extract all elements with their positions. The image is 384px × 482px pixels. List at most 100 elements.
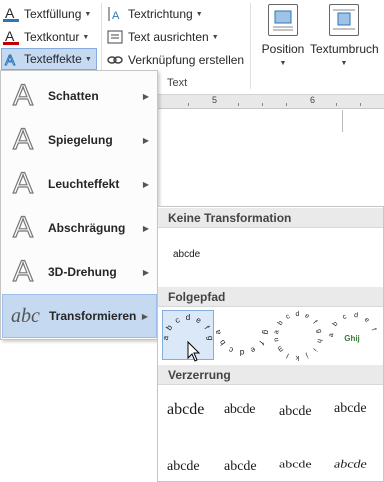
glow-icon: A <box>12 167 33 200</box>
wrap-text-button[interactable]: Textumbruch ▼ <box>310 4 379 74</box>
align-text-icon <box>106 28 124 46</box>
svg-text:A: A <box>112 10 120 22</box>
transform-gallery: Keine Transformation abcde Folgepfad abc… <box>157 206 384 482</box>
align-text-label: Text ausrichten <box>128 30 209 44</box>
warp-option[interactable]: abcde <box>167 401 204 419</box>
arch-up-letter: d <box>186 313 190 322</box>
chevron-right-icon: ▶ <box>142 223 149 233</box>
wrap-text-label: Textumbruch <box>310 42 379 56</box>
text-fill-label: Textfüllung <box>24 7 82 21</box>
text-direction-button[interactable]: A Textrichtung ▼ <box>106 3 206 25</box>
reflection-icon: A <box>12 123 33 156</box>
svg-text:A: A <box>5 28 15 44</box>
warp-option[interactable]: abcde <box>334 401 367 417</box>
menu-item-3d-rotation[interactable]: A 3D-Drehung ▶ <box>2 250 157 294</box>
chevron-down-icon: ▼ <box>279 60 287 67</box>
text-direction-label: Textrichtung <box>128 7 193 21</box>
chevron-down-icon: ▼ <box>211 33 219 41</box>
circle-letter: h <box>315 338 323 343</box>
text-outline-button[interactable]: A Textkontur ▼ <box>2 26 96 48</box>
menu-item-reflection[interactable]: A Spiegelung ▶ <box>2 118 157 162</box>
warp-option[interactable]: abcde <box>279 404 312 420</box>
circle-letter: b <box>277 320 285 327</box>
text-effects-menu: A Schatten ▶ A Spiegelung ▶ A Leuchteffe… <box>0 70 158 340</box>
button-preview: abc def Ghij <box>328 312 377 343</box>
align-text-button[interactable]: Text ausrichten ▼ <box>106 26 219 48</box>
3d-rotation-icon: A <box>12 255 33 288</box>
arch-down-letter: a <box>213 329 223 335</box>
circle-letter: l <box>285 351 290 358</box>
menu-item-glow[interactable]: A Leuchteffekt ▶ <box>2 162 157 206</box>
svg-text:A: A <box>5 5 15 21</box>
button-letter: b <box>332 321 340 328</box>
circle-letter: g <box>315 328 323 333</box>
svg-text:A: A <box>5 52 15 68</box>
chevron-right-icon: ▶ <box>142 135 149 145</box>
circle-preview: abc d efghijklmn <box>273 311 323 361</box>
arch-up-preview: abc d efg <box>162 313 215 341</box>
chevron-down-icon: ▼ <box>82 33 90 41</box>
chevron-right-icon: ▶ <box>142 267 149 277</box>
section-header-follow-path: Folgepfad <box>158 287 383 307</box>
circle-letter: f <box>311 319 318 325</box>
horizontal-ruler[interactable]: 5 6 <box>158 95 384 109</box>
arch-down-letter: c <box>227 345 235 355</box>
follow-path-previews: abc d efg abc d efg abc d efghijklmn abc defGhi… <box>162 311 377 362</box>
ruler-tick <box>336 103 337 106</box>
warp-option[interactable]: abcde <box>224 402 255 418</box>
chevron-down-icon: ▼ <box>195 10 203 18</box>
chevron-down-icon: ▼ <box>340 60 348 67</box>
button-letter: f <box>370 328 377 332</box>
bevel-icon: A <box>12 211 33 244</box>
position-icon <box>268 4 298 36</box>
chevron-right-icon: ▶ <box>142 91 149 101</box>
ruler-tick <box>360 103 361 106</box>
arch-down-letter: f <box>257 339 266 347</box>
text-outline-label: Textkontur <box>24 30 80 44</box>
warp-option[interactable]: abcde <box>224 459 257 475</box>
circle-letter: j <box>304 352 310 360</box>
arch-up-letter: f <box>202 324 211 331</box>
create-link-button[interactable]: Verknüpfung erstellen <box>106 49 246 71</box>
text-effects-label: Texteffekte <box>24 52 82 66</box>
section-header-warp: Verzerrung <box>158 365 383 385</box>
text-fill-button[interactable]: A Textfüllung ▼ <box>2 3 96 25</box>
ruler-tick <box>286 103 287 106</box>
menu-item-shadow[interactable]: A Schatten ▶ <box>2 74 157 118</box>
warp-option[interactable]: abcde <box>167 459 200 475</box>
circle-letter: c <box>285 313 292 321</box>
warp-option[interactable]: abcde <box>279 459 312 471</box>
section-header-no-transform: Keine Transformation <box>158 208 383 228</box>
ruler-number: 6 <box>310 95 316 105</box>
text-effects-icon: A <box>2 50 20 70</box>
button-letter: e <box>363 316 371 324</box>
menu-item-transform[interactable]: abc Transformieren ▶ <box>2 294 157 338</box>
transform-icon: abc <box>11 305 40 327</box>
circle-letter: d <box>295 311 299 318</box>
arch-down-letter: d <box>240 348 244 357</box>
text-direction-icon: A <box>106 5 124 23</box>
menu-item-label: Schatten <box>48 89 99 103</box>
chevron-right-icon: ▶ <box>142 179 149 189</box>
link-icon <box>106 51 124 69</box>
text-fill-icon: A <box>2 5 20 23</box>
position-label: Position <box>261 42 305 56</box>
separator <box>250 3 251 89</box>
arch-up-letter: c <box>173 315 181 325</box>
text-effects-button[interactable]: A Texteffekte ▼ <box>1 48 97 70</box>
ruler-tick <box>238 103 239 106</box>
arch-up-letter: g <box>206 335 215 340</box>
ruler-number: 5 <box>212 95 218 105</box>
circle-letter: n <box>273 337 281 342</box>
ruler-tick <box>188 103 189 106</box>
button-middle-text: Ghij <box>344 334 360 343</box>
menu-item-label: Transformieren <box>49 309 137 323</box>
position-button[interactable]: Position ▼ <box>254 4 312 74</box>
warp-option[interactable]: abcde <box>333 459 368 472</box>
no-transform-option[interactable]: abcde <box>173 249 200 260</box>
circle-letter: i <box>311 347 318 353</box>
arch-down-preview: abc d efg <box>213 329 271 357</box>
menu-item-bevel[interactable]: A Abschrägung ▶ <box>2 206 157 250</box>
circle-letter: e <box>304 312 311 320</box>
circle-letter: k <box>295 354 299 361</box>
